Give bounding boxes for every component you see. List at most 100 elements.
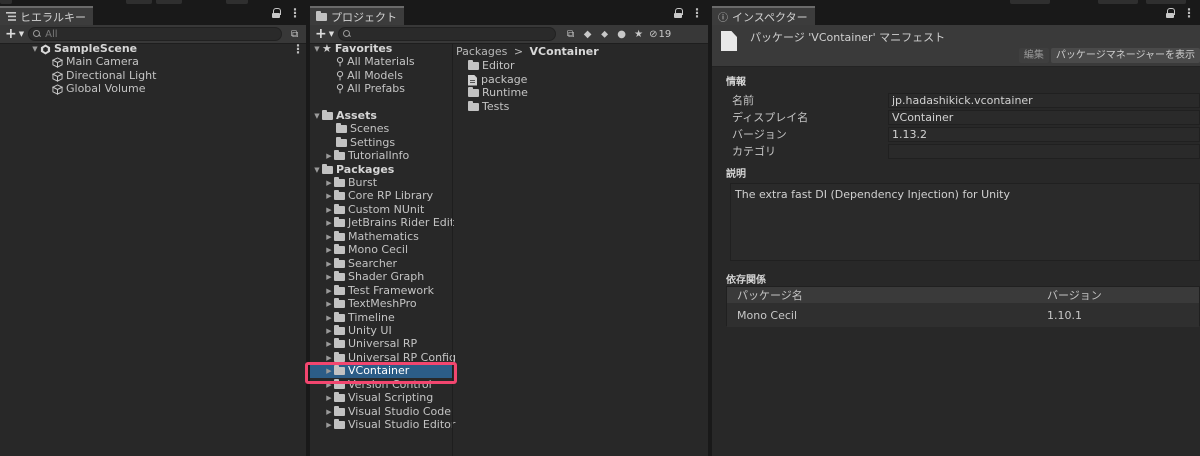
favorite-item[interactable]: ⚲ All Materials xyxy=(336,55,415,69)
content-item[interactable]: package xyxy=(468,73,527,87)
expand-arrow-icon[interactable]: ▶ xyxy=(324,324,334,338)
selection-highlight-box xyxy=(305,362,457,384)
search-icon: ⚲ xyxy=(336,69,345,82)
tab-hierarchy[interactable]: ヒエラルキー xyxy=(0,6,93,25)
expand-arrow-icon[interactable]: ▼ xyxy=(312,163,322,177)
expand-arrow-icon[interactable]: ▶ xyxy=(324,297,334,311)
type-filter-icon[interactable]: ◆ xyxy=(581,28,594,40)
package-folder[interactable]: ▶ TextMeshPro xyxy=(324,297,416,311)
package-folder[interactable]: ▶ Custom NUnit xyxy=(324,203,424,217)
lock-icon[interactable] xyxy=(272,8,281,18)
expand-arrow-icon[interactable]: ▶ xyxy=(324,270,334,284)
package-folder-label: Unity UI xyxy=(348,323,392,337)
package-folder[interactable]: ▶ Burst xyxy=(324,176,377,190)
hierarchy-search-input[interactable]: All xyxy=(28,27,283,41)
field-value[interactable]: 1.13.2 xyxy=(888,126,1200,142)
tab-inspector[interactable]: ⓘ インスペクター xyxy=(712,6,815,25)
content-item[interactable]: Tests xyxy=(468,100,509,114)
scene-filter-icon[interactable]: ⧉ xyxy=(288,28,301,40)
expand-arrow-icon[interactable]: ▼ xyxy=(312,42,322,56)
edit-button[interactable]: 編集 xyxy=(1018,48,1049,63)
search-icon xyxy=(343,30,351,38)
field-value[interactable] xyxy=(888,143,1200,159)
create-button[interactable]: + ▼ xyxy=(0,26,28,42)
package-folder[interactable]: ▶ Visual Studio Editor xyxy=(324,418,455,432)
field-name: 名前 jp.hadashikick.vcontainer xyxy=(730,92,1200,108)
breadcrumb-current[interactable]: VContainer xyxy=(530,45,599,58)
lock-icon[interactable] xyxy=(674,8,683,18)
expand-arrow-icon[interactable]: ▶ xyxy=(324,203,334,217)
expand-arrow-icon[interactable]: ▶ xyxy=(324,149,334,163)
expand-arrow-icon[interactable]: ▼ xyxy=(312,109,322,123)
breadcrumb-root[interactable]: Packages xyxy=(456,45,507,58)
hierarchy-panel: ヒエラルキー ⋮ + ▼ All ⧉ ▼ SampleScene ⋮ Main C… xyxy=(0,6,306,456)
expand-arrow-icon[interactable]: ▼ xyxy=(30,42,40,56)
assets-row[interactable]: ▼ Assets xyxy=(312,109,377,123)
favorite-item[interactable]: ⚲ All Prefabs xyxy=(336,82,405,96)
warning-filter-icon[interactable]: ● xyxy=(615,28,628,40)
expand-arrow-icon[interactable]: ▶ xyxy=(324,284,334,298)
hidden-packages-toggle[interactable]: ⊘ 19 xyxy=(649,29,671,40)
favorite-item[interactable]: ⚲ All Models xyxy=(336,69,403,83)
expand-arrow-icon[interactable]: ▶ xyxy=(324,243,334,257)
project-search-input[interactable] xyxy=(338,27,557,41)
field-value[interactable]: VContainer xyxy=(888,109,1200,125)
package-folder[interactable]: ▶ Mathematics xyxy=(324,230,419,244)
pane-divider[interactable] xyxy=(452,44,453,456)
field-value[interactable]: jp.hadashikick.vcontainer xyxy=(888,92,1200,108)
package-folder[interactable]: ▶ Visual Studio Code xyxy=(324,405,451,419)
field-display-name: ディスプレイ名 VContainer xyxy=(730,109,1200,125)
package-folder[interactable]: ▶ JetBrains Rider Edit xyxy=(324,216,454,230)
package-folder[interactable]: ▶ Timeline xyxy=(324,311,394,325)
scene-row[interactable]: ▼ SampleScene ⋮ xyxy=(30,42,304,56)
content-item[interactable]: Editor xyxy=(468,59,515,73)
create-button[interactable]: + ▼ xyxy=(310,26,338,42)
folder-icon xyxy=(334,203,345,214)
package-folder[interactable]: ▶ Mono Cecil xyxy=(324,243,408,257)
lock-icon[interactable] xyxy=(1166,8,1175,18)
asset-folder[interactable]: Settings xyxy=(336,136,395,150)
package-folder[interactable]: ▶ Unity UI xyxy=(324,323,392,338)
hierarchy-item[interactable]: Global Volume xyxy=(52,82,146,96)
expand-arrow-icon[interactable]: ▶ xyxy=(324,418,334,432)
more-options-icon[interactable]: ⋮ xyxy=(289,7,301,19)
expand-arrow-icon[interactable]: ▶ xyxy=(324,337,334,351)
hierarchy-item[interactable]: Directional Light xyxy=(52,69,156,83)
folder-icon xyxy=(336,137,347,147)
table-row[interactable]: Mono Cecil 1.10.1 xyxy=(727,303,1199,327)
folder-icon xyxy=(468,101,479,111)
packages-row[interactable]: ▼ Packages xyxy=(312,163,394,177)
expand-arrow-icon[interactable]: ▶ xyxy=(324,189,334,203)
package-folder[interactable]: ▶ Test Framework xyxy=(324,284,434,298)
more-options-icon[interactable]: ⋮ xyxy=(691,7,703,19)
star-icon: ★ xyxy=(322,42,332,55)
asset-folder[interactable]: ▶ TutorialInfo xyxy=(324,149,409,163)
package-folder[interactable]: ▶ Searcher xyxy=(324,257,397,271)
package-folder[interactable]: ▶ Core RP Library xyxy=(324,189,433,203)
expand-arrow-icon[interactable]: ▶ xyxy=(324,230,334,244)
expand-arrow-icon[interactable]: ▶ xyxy=(324,176,334,190)
asset-folder-label: TutorialInfo xyxy=(348,149,410,162)
content-item[interactable]: Runtime xyxy=(468,86,528,100)
show-package-manager-button[interactable]: パッケージマネージャーを表示 xyxy=(1050,48,1200,63)
expand-arrow-icon[interactable]: ▶ xyxy=(324,216,334,230)
package-folder[interactable]: ▶ Universal RP xyxy=(324,337,417,351)
expand-arrow-icon[interactable]: ▶ xyxy=(324,257,334,271)
more-options-icon[interactable]: ⋮ xyxy=(1183,7,1195,19)
scene-options-icon[interactable]: ⋮ xyxy=(292,42,304,56)
expand-arrow-icon[interactable]: ▶ xyxy=(324,391,334,405)
expand-arrow-icon[interactable]: ▶ xyxy=(324,405,334,419)
search-filter-icon[interactable]: ⧉ xyxy=(564,28,577,40)
favorite-star-icon[interactable]: ★ xyxy=(632,28,645,40)
favorites-row[interactable]: ▼ ★ Favorites xyxy=(312,42,392,56)
asset-folder-label: Settings xyxy=(350,136,396,149)
description-textarea[interactable]: The extra fast DI (Dependency Injection)… xyxy=(730,183,1200,261)
package-folder[interactable]: ▶ Shader Graph xyxy=(324,270,424,284)
tab-project[interactable]: プロジェクト xyxy=(310,6,404,25)
package-folder[interactable]: ▶ Visual Scripting xyxy=(324,391,433,405)
label-filter-icon[interactable]: ⬥ xyxy=(598,28,611,40)
hierarchy-item[interactable]: Main Camera xyxy=(52,55,139,69)
asset-folder[interactable]: Scenes xyxy=(336,122,389,136)
expand-arrow-icon[interactable]: ▶ xyxy=(324,311,334,325)
folder-icon xyxy=(334,177,345,187)
